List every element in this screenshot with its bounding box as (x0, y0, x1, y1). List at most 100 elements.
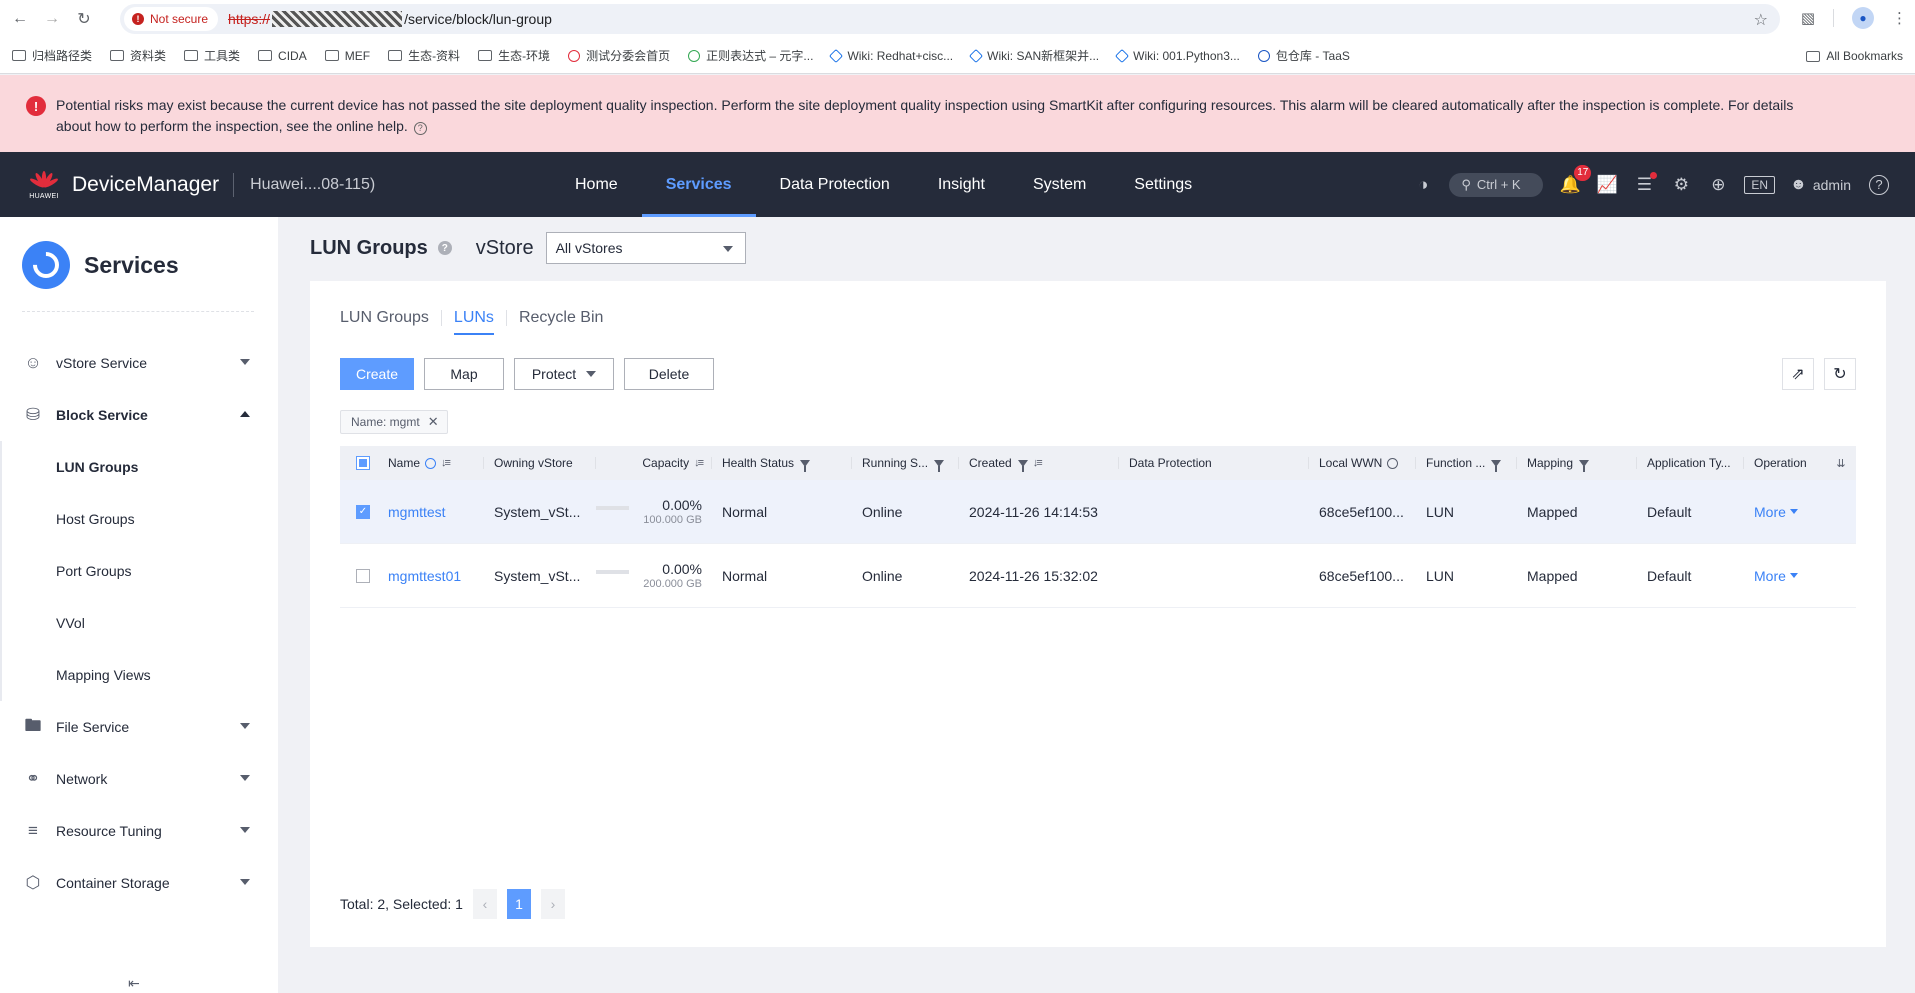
delete-button[interactable]: Delete (624, 358, 714, 390)
plus-circle-icon[interactable]: ⊕ (1707, 174, 1729, 196)
col-health-status[interactable]: Health Status (712, 446, 852, 480)
device-name[interactable]: Huawei....08-115) (250, 176, 375, 194)
search-icon[interactable] (1387, 457, 1399, 469)
refresh-icon[interactable]: ↻ (1824, 358, 1856, 390)
nav-home[interactable]: Home (551, 152, 642, 217)
bookmark-item[interactable]: Wiki: 001.Python3... (1115, 48, 1240, 63)
tab-recycle-bin[interactable]: Recycle Bin (519, 309, 603, 335)
col-created[interactable]: Created ↓≡ (959, 446, 1119, 480)
tab-lun-groups[interactable]: LUN Groups (340, 309, 429, 335)
moon-icon[interactable]: ◑ (1412, 174, 1434, 196)
filter-icon[interactable] (1579, 459, 1590, 472)
filter-icon[interactable] (934, 459, 945, 472)
bell-icon[interactable]: 🔔 17 (1559, 164, 1592, 196)
sidebar-item-network[interactable]: ⚭ Network (0, 753, 278, 805)
bookmark-item[interactable]: 正则表达式 – 元字... (688, 47, 813, 64)
forward-icon[interactable]: → (40, 7, 64, 31)
sidebar-item-lun-groups[interactable]: LUN Groups (0, 441, 278, 493)
bookmark-item[interactable]: 工具类 (184, 47, 240, 64)
capacity-size: 200.000 GB (643, 577, 702, 590)
row-checkbox[interactable]: ✓ (356, 504, 370, 519)
bookmark-item[interactable]: Wiki: SAN新框架并... (969, 47, 1099, 64)
bookmark-item[interactable]: 归档路径类 (12, 47, 92, 64)
capacity-display: 0.00% 200.000 GB (596, 561, 702, 591)
extensions-icon[interactable]: ▧ (1801, 9, 1815, 27)
vstore-select[interactable]: All vStores (545, 232, 746, 264)
row-checkbox[interactable] (356, 568, 370, 583)
nav-services[interactable]: Services (641, 152, 756, 217)
question-icon[interactable]: ? (437, 241, 452, 255)
bookmark-item[interactable]: MEF (324, 49, 370, 63)
sidebar-item-vstore-service[interactable]: ☺ vStore Service (0, 337, 278, 389)
bookmark-item[interactable]: 资料类 (110, 47, 166, 64)
protect-button[interactable]: Protect (514, 358, 614, 390)
profile-avatar-icon[interactable]: ● (1852, 7, 1874, 29)
sidebar-item-resource-tuning[interactable]: ≡ Resource Tuning (0, 805, 278, 857)
col-name[interactable]: Name ↓≡ (378, 446, 484, 480)
column-settings-icon[interactable]: ⇊ (1826, 446, 1856, 480)
chart-icon[interactable]: 📈 (1596, 174, 1618, 196)
nav-settings[interactable]: Settings (1110, 152, 1216, 217)
lun-name-link[interactable]: mgmttest01 (388, 568, 461, 584)
collapse-sidebar-icon[interactable]: ⇤ (128, 975, 140, 992)
language-switch[interactable]: EN (1744, 175, 1776, 194)
browser-menu-icon[interactable]: ⋮ (1892, 9, 1907, 27)
all-bookmarks[interactable]: All Bookmarks (1806, 49, 1903, 63)
sidebar-item-block-service[interactable]: ⛁ Block Service (0, 389, 278, 441)
security-chip[interactable]: ! Not secure (124, 7, 219, 31)
sort-icon[interactable]: ↓≡ (1033, 457, 1043, 469)
filter-icon[interactable] (800, 459, 811, 472)
next-page-icon[interactable]: › (540, 889, 565, 919)
more-dropdown[interactable]: More (1754, 568, 1798, 584)
nav-system[interactable]: System (1009, 152, 1110, 217)
user-menu[interactable]: ☻ admin (1790, 176, 1851, 194)
col-function[interactable]: Function ... (1416, 446, 1517, 480)
filter-icon[interactable] (1491, 459, 1502, 472)
sort-icon[interactable]: ↓≡ (441, 457, 451, 469)
sort-icon[interactable]: ↓≡ (694, 457, 704, 469)
table-row[interactable]: ✓ mgmttest System_vSt... 0.00% 100.000 G… (340, 480, 1856, 544)
nav-data-protection[interactable]: Data Protection (756, 152, 914, 217)
bookmark-star-icon[interactable]: ☆ (1754, 10, 1768, 30)
app-header: HUAWEI DeviceManager Huawei....08-115) H… (0, 152, 1915, 217)
url-text[interactable]: https:// /service/block/lun-group (228, 11, 552, 27)
back-icon[interactable]: ← (8, 7, 32, 31)
bookmark-item[interactable]: 包仓库 - TaaS (1257, 47, 1350, 64)
global-search[interactable]: ⚲ Ctrl + K (1449, 172, 1544, 197)
nav-insight[interactable]: Insight (914, 152, 1009, 217)
col-capacity[interactable]: Capacity ↓≡ (596, 446, 712, 480)
map-button[interactable]: Map (424, 358, 504, 390)
sidebar-item-port-groups[interactable]: Port Groups (0, 545, 278, 597)
search-icon[interactable] (425, 457, 437, 469)
col-local-wwn[interactable]: Local WWN (1309, 446, 1416, 480)
export-icon[interactable]: ⇗ (1782, 358, 1814, 390)
table-row[interactable]: mgmttest01 System_vSt... 0.00% 200.000 G… (340, 544, 1856, 608)
gear-icon[interactable]: ⚙ (1670, 174, 1692, 196)
reload-icon[interactable]: ↻ (72, 7, 96, 31)
bookmark-item[interactable]: CIDA (258, 49, 307, 63)
filter-icon[interactable] (1017, 459, 1028, 472)
task-list-icon[interactable]: ☰ (1633, 171, 1658, 196)
tab-luns[interactable]: LUNs (453, 309, 494, 335)
help-icon[interactable]: ? (413, 122, 427, 135)
col-running-status[interactable]: Running S... (852, 446, 959, 480)
bookmark-item[interactable]: 测试分委会首页 (568, 47, 670, 64)
select-all-checkbox[interactable] (356, 456, 370, 470)
lun-name-link[interactable]: mgmttest (388, 504, 446, 520)
col-mapping[interactable]: Mapping (1517, 446, 1637, 480)
sidebar-item-host-groups[interactable]: Host Groups (0, 493, 278, 545)
sidebar-item-mapping-views[interactable]: Mapping Views (0, 649, 278, 701)
sidebar-item-vvol[interactable]: VVol (0, 597, 278, 649)
help-icon[interactable]: ? (1869, 174, 1889, 195)
create-button[interactable]: Create (340, 358, 414, 390)
prev-page-icon[interactable]: ‹ (472, 889, 497, 919)
bookmark-item[interactable]: 生态-资料 (388, 47, 460, 64)
page-number[interactable]: 1 (506, 889, 531, 919)
close-icon[interactable]: ✕ (428, 414, 439, 430)
bookmark-item[interactable]: Wiki: Redhat+cisc... (829, 48, 953, 63)
sidebar-item-container-storage[interactable]: ⬡ Container Storage (0, 857, 278, 909)
bookmark-item[interactable]: 生态-环境 (478, 47, 550, 64)
address-bar[interactable]: ! Not secure https:// /service/block/lun… (120, 4, 1780, 34)
more-dropdown[interactable]: More (1754, 504, 1798, 520)
sidebar-item-file-service[interactable]: 🖿 File Service (0, 701, 278, 753)
